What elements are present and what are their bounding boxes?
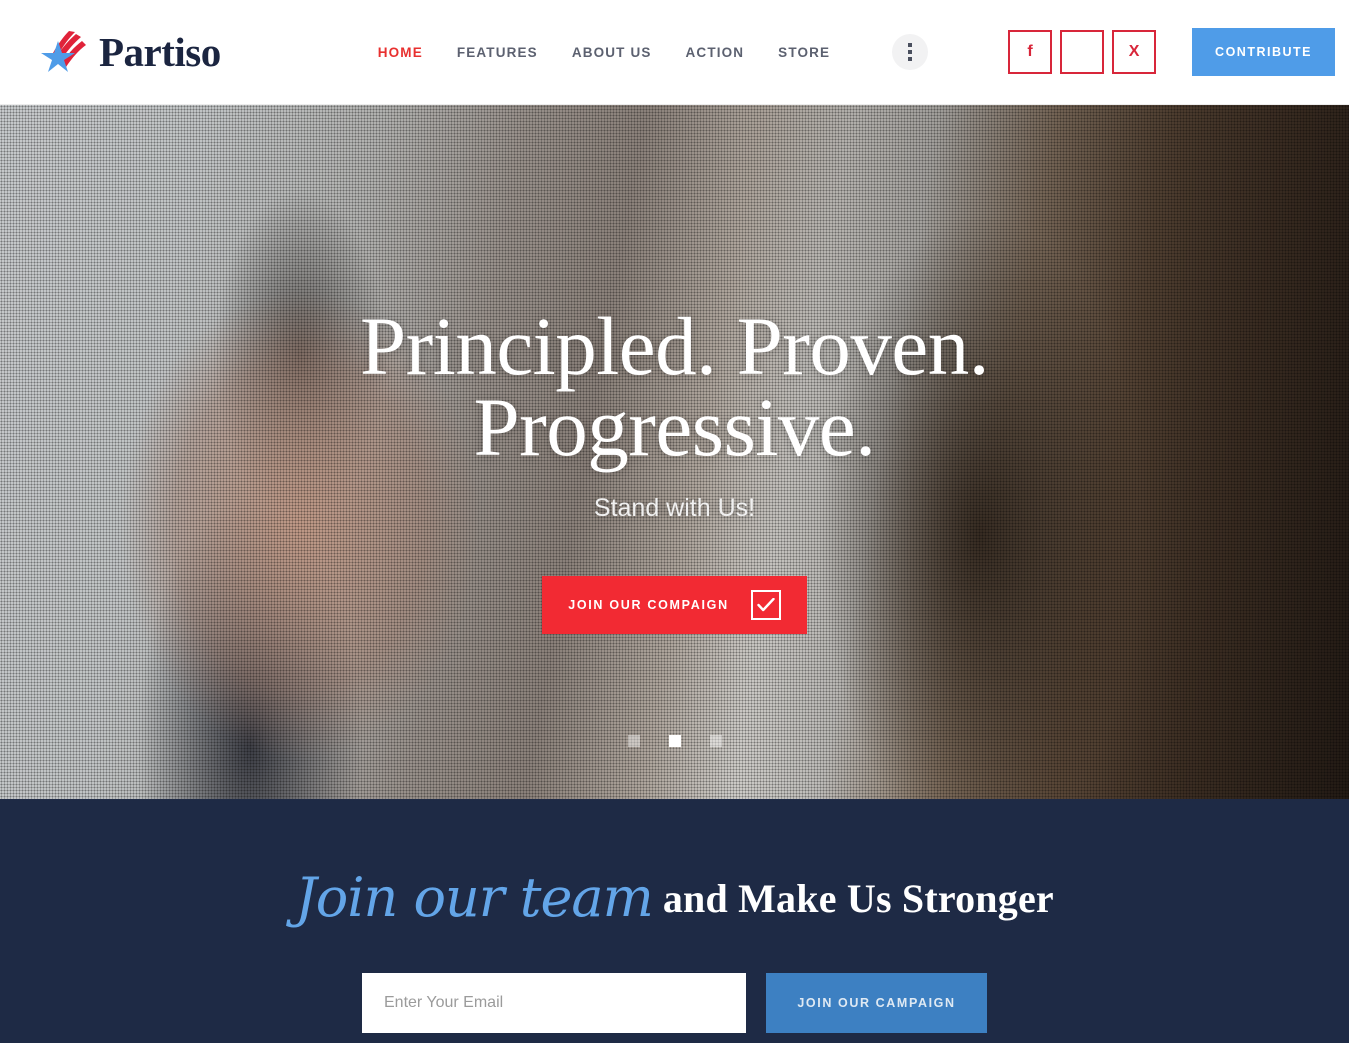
join-team-rest-text: and Make Us Stronger [662,876,1054,921]
x-twitter-icon[interactable]: X [1112,30,1157,74]
hero-join-campaign-button[interactable]: JOIN OUR COMPAIGN [542,576,807,634]
carousel-dot-2[interactable] [668,735,681,747]
hero-subtitle: Stand with Us! [593,494,756,522]
hero-title: Principled. Proven. Progressive. [360,305,990,469]
facebook-icon[interactable]: f [1008,30,1053,74]
nav-item-store[interactable]: STORE [778,45,830,60]
checkmark-box-icon [750,590,781,620]
join-team-heading: Join our team and Make Us Stronger [0,871,1349,925]
hero-title-line-1: Principled. Proven. [359,300,990,392]
hero-title-line-2: Progressive. [473,380,876,473]
join-team-section: Join our teamand Make Us Stronger JOIN O… [0,799,1349,1043]
join-team-script-text: Join our team [295,866,654,929]
kebab-dot [908,57,913,61]
partiso-star-logo-icon [41,31,86,72]
nav-item-features[interactable]: FEATURES [457,45,538,60]
logo-wordmark: Partiso [99,28,221,75]
more-menu-kebab-icon[interactable] [892,34,929,70]
hero-join-campaign-label: JOIN OUR COMPAIGN [568,598,729,612]
carousel-dot-1[interactable] [627,735,640,747]
kebab-dot [908,43,913,47]
kebab-dot [908,50,913,54]
nav-item-home[interactable]: HOME [378,45,423,60]
contribute-button[interactable]: CONTRIBUTE [1192,28,1335,76]
hero-carousel: Principled. Proven. Progressive. Stand w… [0,105,1349,799]
carousel-pagination [0,735,1349,747]
hero-content: Principled. Proven. Progressive. Stand w… [0,105,1349,799]
site-logo[interactable]: Partiso [38,29,221,75]
email-input[interactable] [362,973,746,1033]
newsletter-form: JOIN OUR CAMPAIGN [362,973,987,1033]
main-navigation: HOME FEATURES ABOUT US ACTION STORE [378,34,929,70]
site-header: Partiso HOME FEATURES ABOUT US ACTION ST… [0,0,1349,105]
header-actions: f X CONTRIBUTE [1008,28,1335,76]
nav-item-about-us[interactable]: ABOUT US [572,45,652,60]
nav-item-action[interactable]: ACTION [686,45,745,60]
join-campaign-submit-button[interactable]: JOIN OUR CAMPAIGN [766,973,987,1033]
social-icon-blank[interactable] [1060,30,1105,74]
carousel-dot-3[interactable] [709,735,722,747]
